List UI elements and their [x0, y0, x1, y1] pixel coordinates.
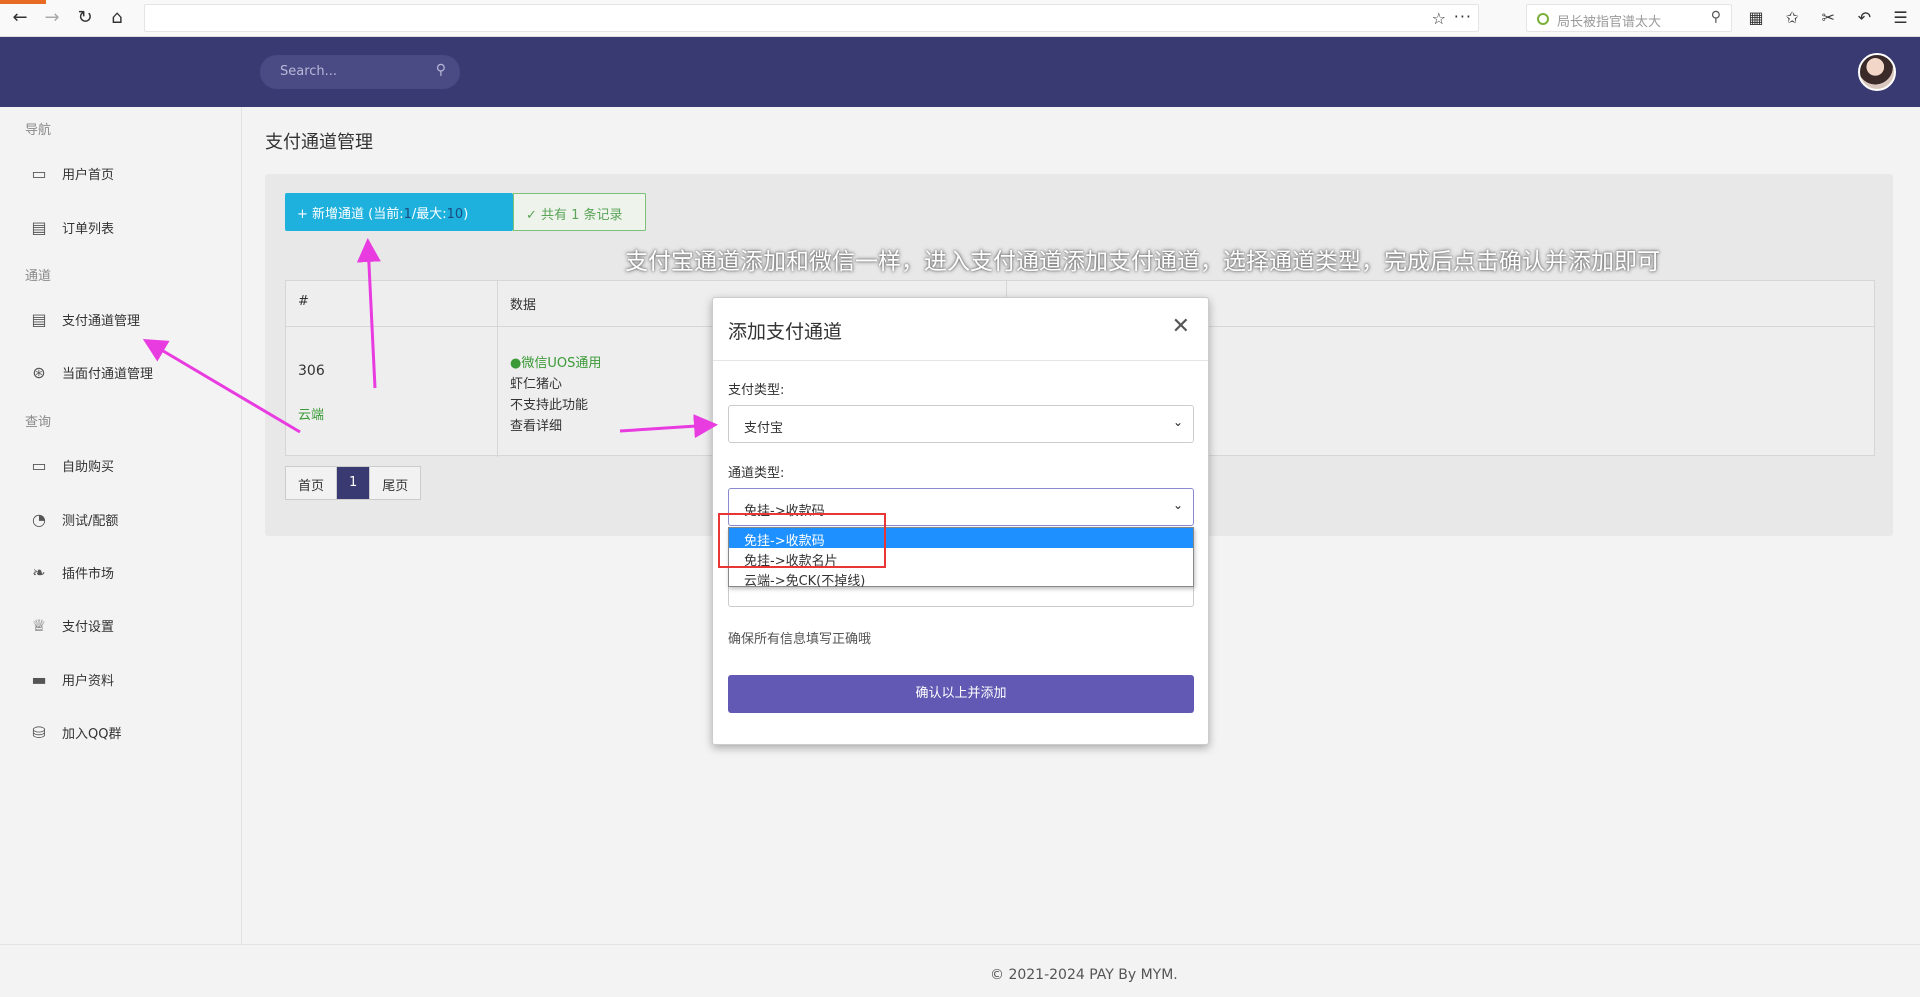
add-button-mid: /最大:	[411, 207, 447, 222]
sidebar-item-label: 用户首页	[62, 167, 115, 183]
pager-first[interactable]: 首页	[286, 467, 338, 499]
header-search-input[interactable]: Search... ⚲	[260, 55, 460, 89]
sidebar-item-label: 当面付通道管理	[62, 366, 154, 382]
sidebar-item-label: 支付通道管理	[62, 313, 141, 329]
pager-last[interactable]: 尾页	[370, 467, 420, 499]
sidebar-item-pay-settings[interactable]: ♕ 支付设置	[28, 613, 114, 637]
sidebar-item-label: 测试/配额	[62, 513, 119, 529]
pie-chart-icon: ◔	[32, 509, 46, 529]
screenshot-scissors-icon[interactable]: ✂	[1812, 6, 1844, 30]
sidebar-item-join-qq-group[interactable]: ⛁ 加入QQ群	[28, 720, 121, 744]
sidebar-item-pay-channel[interactable]: ▤ 支付通道管理	[28, 307, 140, 331]
pagination: 首页 1 尾页	[285, 466, 422, 500]
channel-name-text: 微信UOS通用	[521, 356, 602, 371]
sidebar-item-label: 插件市场	[62, 566, 115, 582]
apps-grid-icon[interactable]: ▦	[1740, 6, 1772, 30]
sidebar-item-orders[interactable]: ▤ 订单列表	[28, 215, 114, 239]
sidebar-section-query: 查询	[25, 415, 52, 430]
database-icon: ⛁	[32, 722, 46, 742]
app-header: Search... ⚲	[0, 37, 1920, 107]
sidebar-item-face-pay-channel[interactable]: ⊛ 当面付通道管理	[28, 360, 153, 384]
row-owner: 虾仁猪心	[510, 377, 563, 392]
back-icon[interactable]: ←	[8, 6, 32, 30]
browser-toolbar: ← → ↻ ⌂ ☆ ··· 局长被指官谱太大 ⚲ ▦ ✩ ✂ ↶ ☰	[0, 0, 1920, 37]
row-note: 不支持此功能	[510, 398, 589, 413]
pay-type-label: 支付类型:	[728, 383, 785, 398]
favorites-icon[interactable]: ✩	[1776, 6, 1808, 30]
wechat-icon: ●	[510, 356, 522, 371]
forward-icon[interactable]: →	[40, 6, 64, 30]
channel-type-label: 通道类型:	[728, 466, 785, 481]
url-field[interactable]: ☆ ···	[144, 4, 1479, 32]
avatar[interactable]	[1858, 53, 1896, 91]
row-mode: 云端	[298, 408, 325, 423]
modal-divider	[713, 360, 1208, 361]
highlight-box	[718, 513, 886, 568]
home-icon[interactable]: ⌂	[105, 6, 129, 30]
sidebar-item-plugin-market[interactable]: ❧ 插件市场	[28, 560, 114, 584]
browser-search-field[interactable]: 局长被指官谱太大 ⚲	[1526, 4, 1732, 32]
pay-type-value: 支付宝	[744, 421, 784, 436]
row-channel-name: ●微信UOS通用	[510, 352, 601, 371]
pager-page-1[interactable]: 1	[337, 467, 371, 499]
sidebar-item-user-home[interactable]: ▭ 用户首页	[28, 161, 114, 185]
copyright-text: © 2021-2024 PAY By MYM.	[990, 967, 1178, 983]
column-divider	[497, 281, 498, 457]
search-engine-icon	[1537, 13, 1549, 25]
trophy-icon: ♕	[31, 615, 47, 635]
sidebar-item-self-purchase[interactable]: ▭ 自助购买	[28, 453, 114, 477]
table-header-id: #	[298, 294, 309, 309]
menu-icon[interactable]: ☰	[1885, 6, 1917, 30]
header-search-placeholder: Search...	[280, 64, 338, 79]
chevron-down-icon: ⌄	[1172, 498, 1183, 512]
tutorial-annotation: 支付宝通道添加和微信一样，进入支付通道添加支付通道，选择通道类型，完成后点击确认…	[625, 249, 1660, 275]
close-icon[interactable]: ✕	[1172, 314, 1190, 339]
browser-extension-icons: ▦ ✩ ✂ ↶ ☰	[1740, 6, 1917, 30]
browser-brand-mark	[0, 0, 46, 4]
leaf-icon: ❧	[32, 562, 46, 582]
undo-icon[interactable]: ↶	[1848, 6, 1880, 30]
sidebar-item-test-quota[interactable]: ◔ 测试/配额	[28, 507, 118, 531]
sidebar-section-nav: 导航	[25, 123, 52, 138]
dropdown-option[interactable]: 云端->免CK(不掉线)	[729, 568, 1193, 589]
add-channel-button[interactable]: + 新增通道 (当前:1/最大:10)	[285, 193, 513, 231]
pay-type-select[interactable]: 支付宝 ⌄	[728, 405, 1194, 443]
search-icon[interactable]: ⚲	[1711, 9, 1721, 25]
more-icon[interactable]: ···	[1454, 7, 1472, 26]
row-detail-link[interactable]: 查看详细	[510, 415, 562, 434]
chevron-down-icon: ⌄	[1172, 415, 1183, 429]
confirm-add-button[interactable]: 确认以上并添加	[728, 675, 1194, 713]
row-id: 306	[298, 363, 325, 379]
sidebar: 导航 ▭ 用户首页 ▤ 订单列表 通道 ▤ 支付通道管理 ⊛ 当面付通道管理 查…	[0, 107, 242, 997]
record-count-badge: ✓ 共有 1 条记录	[513, 193, 646, 231]
clipboard-icon: ▤	[31, 217, 47, 237]
monitor-icon: ▭	[31, 455, 47, 475]
sidebar-item-label: 用户资料	[62, 673, 115, 689]
table-header-data: 数据	[510, 298, 537, 313]
page-title: 支付通道管理	[265, 132, 373, 153]
lifebuoy-icon: ⊛	[32, 362, 46, 382]
sidebar-item-user-profile[interactable]: ▬ 用户资料	[28, 667, 114, 691]
browser-search-text: 局长被指官谱太大	[1557, 15, 1662, 30]
sidebar-item-label: 加入QQ群	[62, 726, 122, 742]
sidebar-item-label: 订单列表	[62, 221, 115, 237]
clipboard-icon: ▤	[31, 309, 47, 329]
search-icon[interactable]: ⚲	[436, 62, 446, 78]
add-button-current: 1	[403, 207, 412, 222]
reload-icon[interactable]: ↻	[73, 6, 97, 30]
add-button-suffix: )	[463, 207, 469, 222]
sidebar-section-channel: 通道	[25, 269, 52, 284]
card-icon: ▬	[31, 669, 47, 689]
modal-hint: 确保所有信息填写正确哦	[728, 632, 872, 647]
sidebar-item-label: 自助购买	[62, 459, 115, 475]
hidden-input-field[interactable]	[728, 587, 1194, 607]
monitor-icon: ▭	[31, 163, 47, 183]
bookmark-star-icon[interactable]: ☆	[1432, 9, 1446, 28]
footer: © 2021-2024 PAY By MYM.	[0, 944, 1920, 997]
add-button-prefix: + 新增通道 (当前:	[297, 207, 404, 222]
sidebar-item-label: 支付设置	[62, 619, 115, 635]
modal-title: 添加支付通道	[728, 321, 843, 343]
add-button-max: 10	[446, 207, 464, 222]
